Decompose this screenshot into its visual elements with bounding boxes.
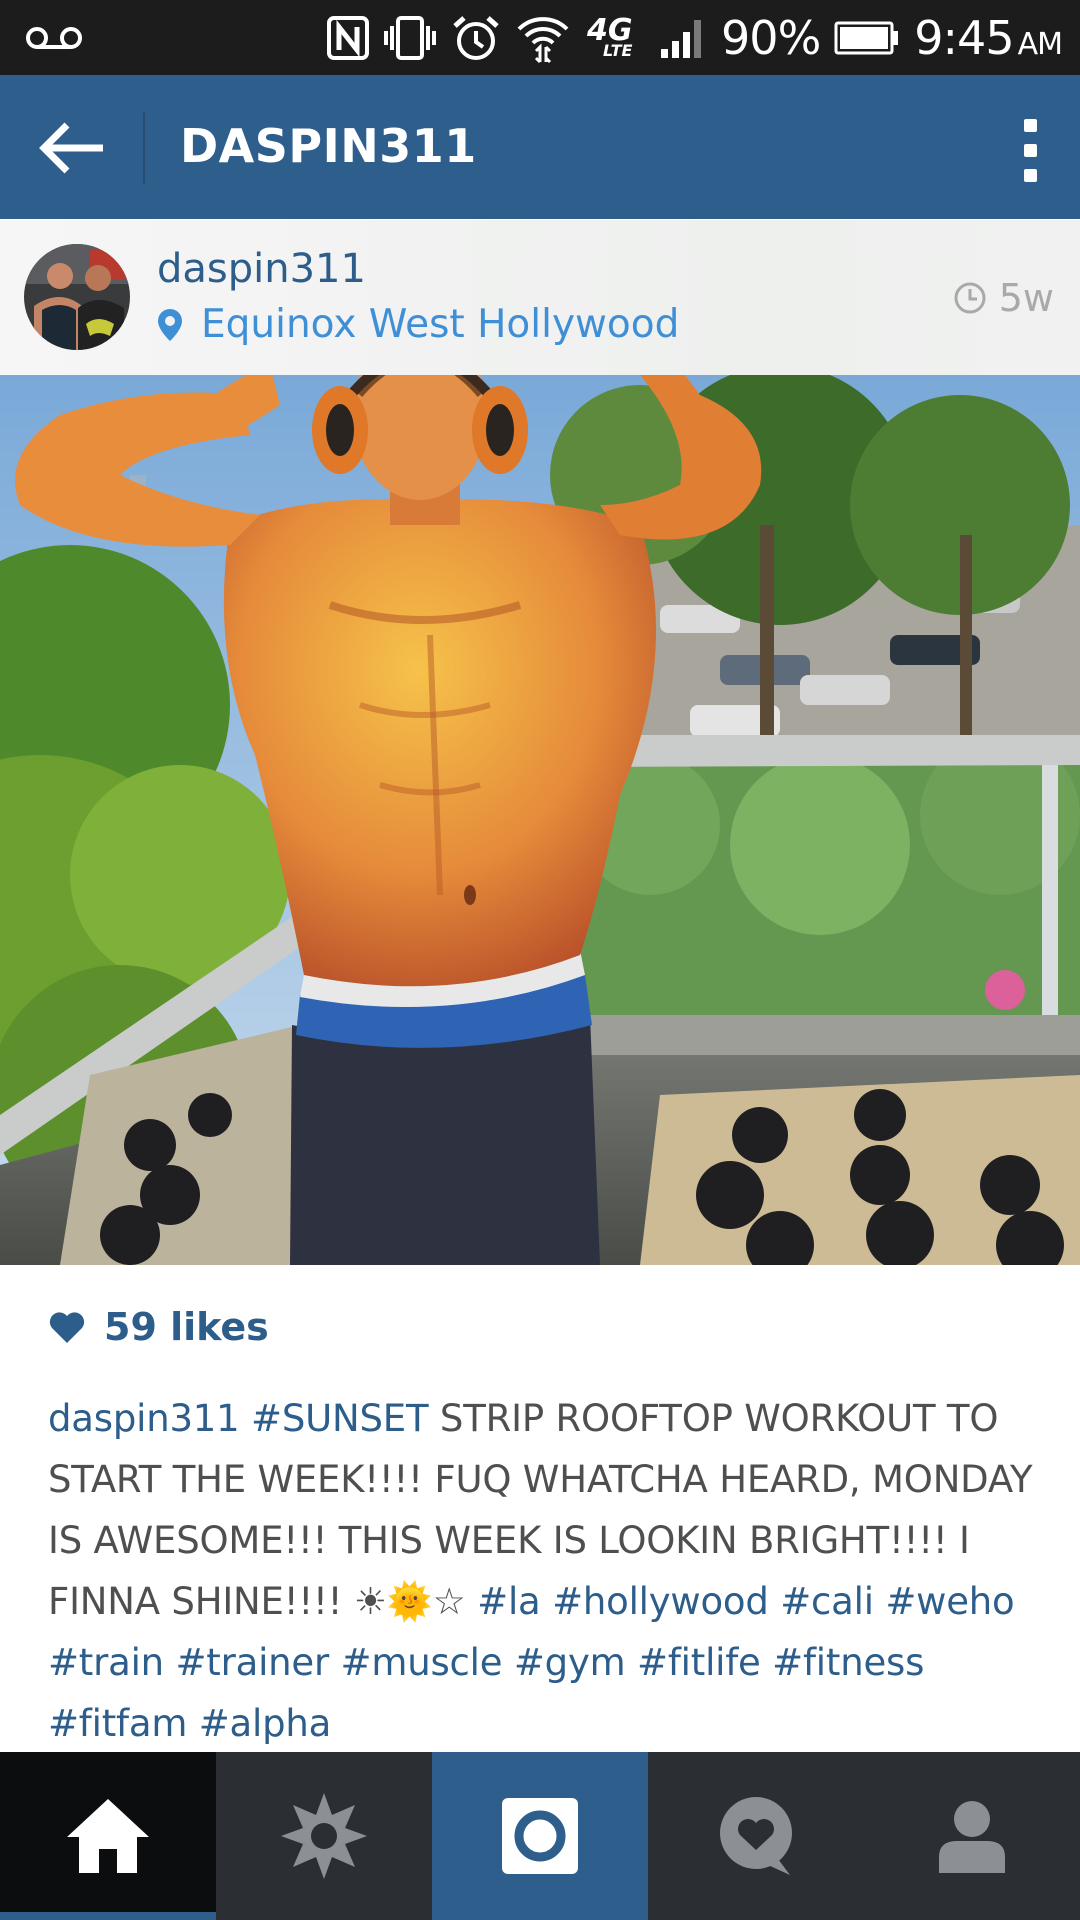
bottom-nav (0, 1752, 1080, 1920)
status-bar: 4G LTE 90% 9:45 AM (0, 0, 1080, 75)
post-location[interactable]: Equinox West Hollywood (157, 302, 679, 347)
status-icons: 4G LTE 90% 9:45 AM (327, 0, 1063, 75)
overflow-menu-button[interactable] (1000, 105, 1060, 195)
time-ago: 5w (998, 276, 1054, 320)
nav-tab-activity[interactable] (648, 1752, 864, 1920)
caption-username[interactable]: daspin311 (48, 1397, 240, 1440)
back-button[interactable] (22, 103, 122, 193)
hashtag-link[interactable]: #SUNSET (251, 1397, 429, 1440)
post-photo-image (0, 375, 1080, 1265)
app-bar: DASPIN311 (0, 75, 1080, 219)
battery-icon (834, 21, 899, 54)
avatar[interactable] (24, 244, 130, 350)
post-header: daspin311 Equinox West Hollywood 5w (0, 220, 1080, 375)
post-username[interactable]: daspin311 (157, 246, 366, 292)
camera-icon (502, 1798, 578, 1874)
post-photo[interactable] (0, 375, 1080, 1265)
clock-icon (954, 282, 986, 314)
app-bar-divider (143, 112, 145, 184)
signal-icon (661, 19, 702, 58)
explore-star-icon (281, 1793, 367, 1879)
nav-tab-profile[interactable] (864, 1752, 1080, 1920)
avatar-image (24, 244, 130, 350)
nav-tab-explore[interactable] (216, 1752, 432, 1920)
post-timestamp: 5w (953, 276, 1054, 320)
location-label: Equinox West Hollywood (201, 302, 680, 347)
likes-count: 59 likes (104, 1305, 269, 1349)
alarm-icon (453, 15, 499, 60)
likes-row[interactable]: 59 likes (48, 1305, 269, 1349)
wifi-icon (517, 16, 569, 63)
clock: 9:45 AM (914, 10, 1063, 65)
nav-tab-home[interactable] (0, 1752, 216, 1920)
overflow-menu-icon (1023, 118, 1037, 132)
4g-lte-icon: 4G LTE (587, 12, 633, 60)
battery-percent: 90% (721, 10, 821, 65)
page-title: DASPIN311 (180, 119, 477, 173)
location-pin-icon (158, 308, 182, 341)
heart-icon (49, 1312, 85, 1343)
post-caption: daspin311 #SUNSET STRIP ROOFTOP WORKOUT … (48, 1388, 1038, 1754)
vibrate-icon (384, 15, 437, 60)
nfc-icon (327, 15, 370, 60)
voicemail-icon (26, 27, 82, 49)
profile-icon (939, 1801, 1005, 1873)
arrow-left-icon (39, 122, 103, 174)
nav-tab-camera[interactable] (432, 1752, 648, 1920)
activity-heart-bubble-icon (720, 1797, 792, 1875)
home-icon (67, 1799, 149, 1873)
